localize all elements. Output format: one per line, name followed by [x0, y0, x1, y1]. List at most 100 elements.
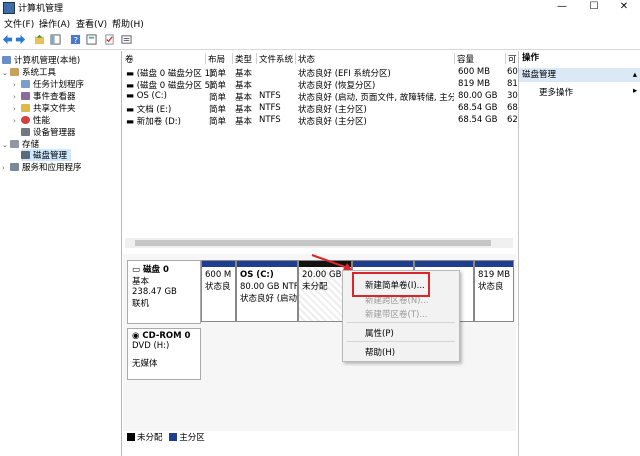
disk-status: 联机: [132, 299, 150, 309]
filesystem-cell: NTFS: [259, 115, 281, 125]
help-icon[interactable]: ?: [70, 34, 81, 45]
scrollbar-thumb[interactable]: [135, 240, 491, 246]
actions-pane: 操作 磁盘管理 ▴ 更多操作 ▸: [518, 51, 640, 456]
table-row[interactable]: ▬ (磁盘 0 磁盘分区 1) 简单 基本 状态良好 (EFI 系统分区) 60…: [123, 67, 518, 79]
computer-management-icon: [3, 2, 15, 14]
tree-item-task-scheduler[interactable]: › 任务计划程序: [13, 78, 84, 90]
chevron-down-icon[interactable]: ⌄: [2, 69, 10, 77]
close-button[interactable]: ✕: [610, 0, 638, 14]
menu-file[interactable]: 文件(F): [4, 17, 34, 30]
actions-title: 操作: [522, 53, 540, 63]
filesystem-cell: NTFS: [259, 91, 281, 101]
chevron-down-icon[interactable]: ⌄: [2, 141, 10, 149]
window-title: 计算机管理: [18, 4, 64, 14]
task-scheduler-icon: [21, 80, 30, 88]
event-viewer-icon: [21, 92, 30, 100]
volume-list: 卷 布局 类型 文件系统 状态 容量 可 ▬ (磁盘 0 磁盘分区 1) 简单 …: [123, 51, 518, 254]
capacity-cell: 819 MB: [458, 79, 491, 89]
menu-view[interactable]: 查看(V): [76, 17, 107, 30]
svg-text:?: ?: [74, 35, 78, 45]
free-cell: 81: [507, 79, 518, 89]
free-cell: 62: [507, 115, 518, 125]
more-actions[interactable]: 更多操作 ▸: [539, 86, 637, 98]
volume-name: ▬ 文档 (E:): [126, 105, 172, 115]
disk-0-label[interactable]: ▭ 磁盘 0 基本 238.47 GB 联机: [127, 260, 201, 324]
table-row[interactable]: ▬ (磁盘 0 磁盘分区 5) 简单 基本 状态良好 (恢复分区) 819 MB…: [123, 79, 518, 91]
chevron-right-icon[interactable]: ›: [13, 117, 21, 125]
layout-cell: 简单: [209, 93, 227, 103]
volume-name: ▬ (磁盘 0 磁盘分区 5): [126, 81, 214, 91]
layout-cell: 简单: [209, 117, 227, 127]
chevron-right-icon[interactable]: ›: [13, 105, 21, 113]
chevron-right-icon: ▸: [633, 86, 638, 96]
tools-icon: [10, 68, 19, 76]
up-folder-icon[interactable]: [34, 34, 45, 45]
minimize-button[interactable]: —: [548, 0, 576, 14]
menu-separator: [347, 341, 455, 342]
chevron-up-icon[interactable]: ▴: [633, 68, 637, 82]
column-header-free[interactable]: 可: [506, 53, 518, 65]
layout-cell: 简单: [209, 69, 227, 79]
menu-action[interactable]: 操作(A): [39, 17, 70, 30]
properties-icon[interactable]: [86, 34, 97, 45]
show-hide-tree-icon[interactable]: [50, 34, 61, 45]
legend: 未分配 主分区: [123, 431, 516, 445]
partition-recovery[interactable]: 819 MB 状态良: [474, 260, 514, 322]
forward-arrow-icon[interactable]: [15, 34, 26, 45]
tree-item-performance[interactable]: › 性能: [13, 114, 50, 126]
back-arrow-icon[interactable]: [2, 34, 13, 45]
cdrom-name: CD-ROM 0: [142, 331, 191, 341]
status-cell: 状态良好 (EFI 系统分区): [298, 69, 391, 79]
table-row[interactable]: ▬ 文档 (E:) 简单 基本 NTFS 状态良好 (主分区) 68.54 GB…: [123, 103, 518, 115]
disk-icon: [21, 151, 30, 159]
tree-item-system-tools[interactable]: ⌄ 系统工具: [2, 66, 56, 78]
tree-item-device-manager[interactable]: 设备管理器: [21, 126, 76, 138]
tree-item-services[interactable]: › 服务和应用程序: [2, 161, 82, 173]
maximize-button[interactable]: ☐: [580, 0, 608, 14]
type-cell: 基本: [235, 117, 253, 127]
disk-type: 基本: [132, 277, 150, 287]
chevron-right-icon[interactable]: ›: [2, 164, 10, 172]
column-header-filesystem[interactable]: 文件系统: [257, 53, 296, 65]
primary-swatch: [169, 433, 178, 441]
partition-efi[interactable]: 600 M 状态良: [201, 260, 236, 322]
menu-new-striped-volume[interactable]: 新建带区卷(T)...: [365, 308, 427, 320]
actions-header-disk-management[interactable]: 磁盘管理 ▴: [519, 68, 640, 82]
tree-item-root[interactable]: 计算机管理(本地): [2, 54, 80, 66]
menu-properties[interactable]: 属性(P): [365, 327, 394, 339]
chevron-right-icon[interactable]: ›: [13, 81, 21, 89]
capacity-cell: 80.00 GB: [458, 91, 498, 101]
tree-item-disk-management[interactable]: 磁盘管理: [21, 149, 72, 161]
volume-name: ▬ 新加卷 (D:): [126, 117, 181, 127]
free-cell: 68: [507, 103, 518, 113]
column-header-capacity[interactable]: 容量: [455, 53, 506, 65]
storage-icon: [10, 140, 19, 148]
menu-help-item[interactable]: 帮助(H): [365, 346, 395, 358]
view-list-icon[interactable]: [121, 34, 132, 45]
menu-help[interactable]: 帮助(H): [112, 17, 144, 30]
partition-os-c[interactable]: OS (C:) 80.00 GB NTF 状态良好 (启动: [236, 260, 298, 322]
title-bar: 计算机管理 — ☐ ✕: [0, 0, 640, 14]
type-cell: 基本: [235, 69, 253, 79]
column-header-volume[interactable]: 卷: [123, 53, 206, 65]
column-header-status[interactable]: 状态: [296, 53, 455, 65]
volume-name: ▬ OS (C:): [126, 91, 167, 101]
capacity-cell: 68.54 GB: [458, 115, 498, 125]
cdrom-0-label[interactable]: ◉ CD-ROM 0 DVD (H:) 无媒体: [127, 328, 201, 380]
type-cell: 基本: [235, 93, 253, 103]
table-row[interactable]: ▬ 新加卷 (D:) 简单 基本 NTFS 状态良好 (主分区) 68.54 G…: [123, 115, 518, 127]
column-header-type[interactable]: 类型: [233, 53, 257, 65]
capacity-cell: 600 MB: [458, 67, 491, 77]
table-row[interactable]: ▬ OS (C:) 简单 基本 NTFS 状态良好 (启动, 页面文件, 故障转…: [123, 91, 518, 103]
status-cell: 状态良好 (恢复分区): [298, 81, 376, 91]
cdrom-icon: ◉: [132, 331, 143, 341]
capacity-cell: 68.54 GB: [458, 103, 498, 113]
tree-item-event-viewer[interactable]: › 事件查看器: [13, 90, 76, 102]
tree-item-shared-folders[interactable]: › 共享文件夹: [13, 102, 76, 114]
layout-cell: 简单: [209, 105, 227, 115]
chevron-right-icon[interactable]: ›: [13, 93, 21, 101]
horizontal-scrollbar[interactable]: [125, 238, 513, 248]
navigation-tree: 计算机管理(本地) ⌄ 系统工具 › 任务计划程序 › 事件查看器 › 共享文件夹 › 性…: [0, 51, 122, 456]
check-edit-icon[interactable]: [104, 34, 115, 45]
column-header-layout[interactable]: 布局: [206, 53, 233, 65]
